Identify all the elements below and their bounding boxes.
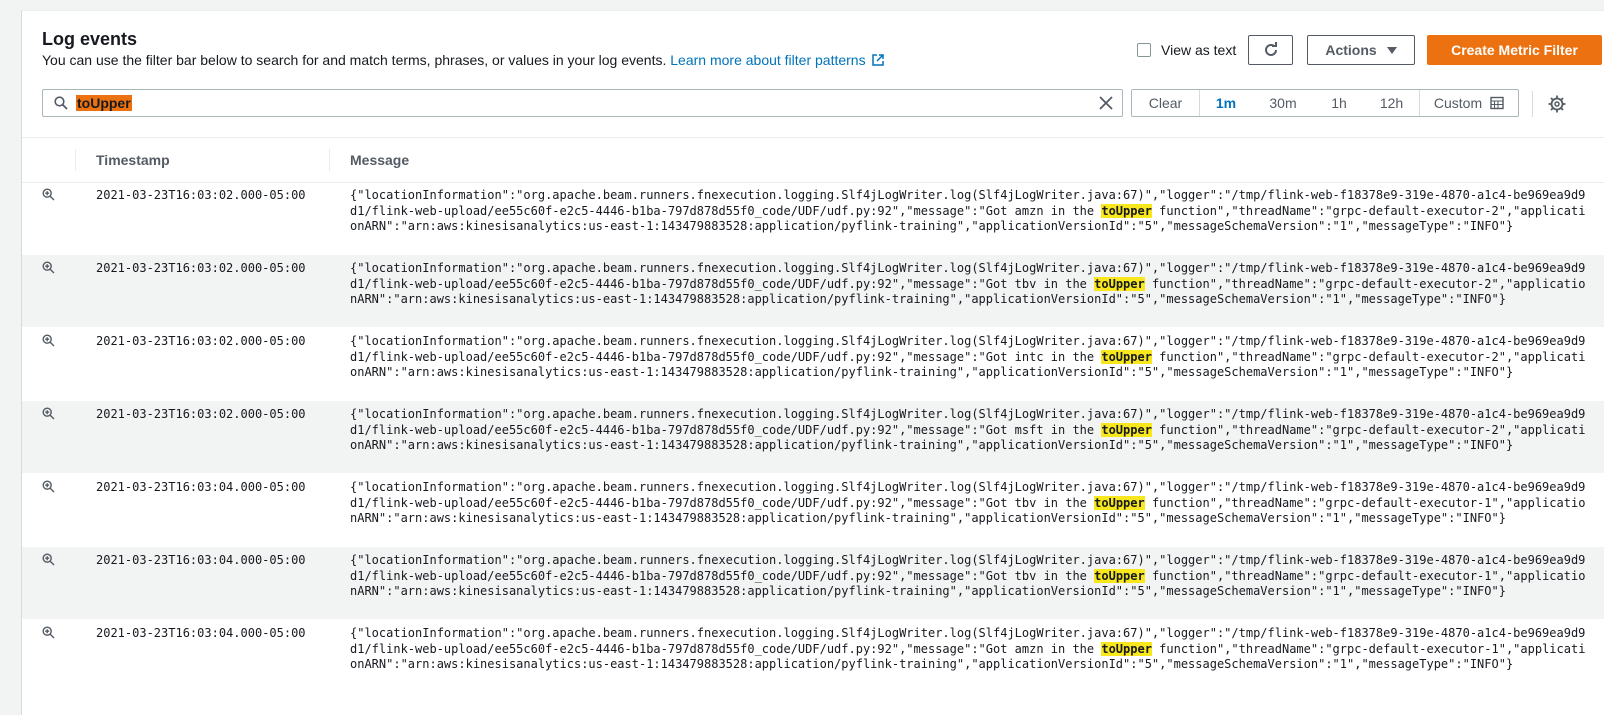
log-timestamp: 2021-03-23T16:03:02.000-05:00 <box>96 188 306 202</box>
caret-down-icon <box>1386 46 1397 54</box>
highlighted-term: toUpper <box>1094 495 1145 510</box>
gear-icon[interactable] <box>1548 95 1566 113</box>
table-header: Timestamp Message <box>22 137 1604 183</box>
filter-search-field[interactable]: toUpper <box>42 89 1123 117</box>
highlighted-term: toUpper <box>1101 641 1152 656</box>
actions-button[interactable]: Actions <box>1307 35 1415 65</box>
time-range-custom[interactable]: Custom <box>1420 90 1518 116</box>
log-timestamp: 2021-03-23T16:03:04.000-05:00 <box>96 626 306 640</box>
time-range-custom-label: Custom <box>1433 95 1483 111</box>
page-title: Log events <box>42 29 138 49</box>
log-timestamp: 2021-03-23T16:03:04.000-05:00 <box>96 480 306 494</box>
highlighted-term: toUpper <box>1101 422 1152 437</box>
column-header-message[interactable]: Message <box>350 152 409 168</box>
time-range-12h[interactable]: 12h <box>1364 90 1420 116</box>
table-row[interactable]: 2021-03-23T16:03:04.000-05:00 {"location… <box>22 474 1604 547</box>
column-divider <box>75 149 76 171</box>
zoom-in-icon[interactable] <box>42 188 55 201</box>
log-events-panel: Log events You can use the filter bar be… <box>21 10 1604 715</box>
search-input[interactable]: toUpper <box>76 95 132 111</box>
learn-more-link-label: Learn more about filter patterns <box>670 52 866 68</box>
page-description: You can use the filter bar below to sear… <box>42 52 884 68</box>
highlighted-term: toUpper <box>1094 276 1145 291</box>
zoom-in-icon[interactable] <box>42 553 55 566</box>
calendar-icon <box>1490 96 1504 110</box>
log-message: {"locationInformation":"org.apache.beam.… <box>350 261 1590 308</box>
refresh-button[interactable] <box>1248 35 1293 65</box>
table-row[interactable]: 2021-03-23T16:03:04.000-05:00 {"location… <box>22 547 1604 620</box>
zoom-in-icon[interactable] <box>42 407 55 420</box>
view-as-text-toggle[interactable]: View as text <box>1137 42 1236 58</box>
log-message: {"locationInformation":"org.apache.beam.… <box>350 553 1590 600</box>
view-as-text-checkbox[interactable] <box>1137 43 1151 57</box>
log-event-rows: 2021-03-23T16:03:02.000-05:00 {"location… <box>22 182 1604 693</box>
log-message: {"locationInformation":"org.apache.beam.… <box>350 480 1590 527</box>
learn-more-link[interactable]: Learn more about filter patterns <box>670 52 884 68</box>
highlighted-term: toUpper <box>1101 349 1152 364</box>
view-as-text-label: View as text <box>1161 42 1237 58</box>
search-icon <box>54 96 68 110</box>
time-range-selector: Clear 1m 30m 1h 12h Custom <box>1131 89 1519 117</box>
log-message: {"locationInformation":"org.apache.beam.… <box>350 188 1590 235</box>
zoom-in-icon[interactable] <box>42 334 55 347</box>
highlighted-term: toUpper <box>1101 203 1152 218</box>
time-range-clear-button[interactable]: Clear <box>1132 90 1200 116</box>
column-header-timestamp[interactable]: Timestamp <box>96 152 170 168</box>
time-range-1h[interactable]: 1h <box>1314 90 1364 116</box>
create-metric-filter-button[interactable]: Create Metric Filter <box>1427 35 1602 65</box>
description-text: You can use the filter bar below to sear… <box>42 52 667 68</box>
highlighted-term: toUpper <box>1094 568 1145 583</box>
refresh-icon <box>1264 42 1277 56</box>
toolbar-divider <box>1532 91 1533 117</box>
table-row[interactable]: 2021-03-23T16:03:02.000-05:00 {"location… <box>22 328 1604 401</box>
table-row[interactable]: 2021-03-23T16:03:02.000-05:00 {"location… <box>22 401 1604 474</box>
log-timestamp: 2021-03-23T16:03:02.000-05:00 <box>96 261 306 275</box>
zoom-in-icon[interactable] <box>42 261 55 274</box>
zoom-in-icon[interactable] <box>42 480 55 493</box>
log-message: {"locationInformation":"org.apache.beam.… <box>350 626 1590 673</box>
log-timestamp: 2021-03-23T16:03:02.000-05:00 <box>96 334 306 348</box>
log-timestamp: 2021-03-23T16:03:02.000-05:00 <box>96 407 306 421</box>
external-link-icon <box>871 54 884 66</box>
table-row[interactable]: 2021-03-23T16:03:04.000-05:00 {"location… <box>22 620 1604 693</box>
time-range-30m[interactable]: 30m <box>1252 90 1314 116</box>
actions-button-label: Actions <box>1325 42 1377 58</box>
log-timestamp: 2021-03-23T16:03:04.000-05:00 <box>96 553 306 567</box>
log-message: {"locationInformation":"org.apache.beam.… <box>350 407 1590 454</box>
zoom-in-icon[interactable] <box>42 626 55 639</box>
table-row[interactable]: 2021-03-23T16:03:02.000-05:00 {"location… <box>22 182 1604 255</box>
column-divider <box>329 149 330 171</box>
log-message: {"locationInformation":"org.apache.beam.… <box>350 334 1590 381</box>
close-icon[interactable] <box>1098 95 1114 111</box>
table-row[interactable]: 2021-03-23T16:03:02.000-05:00 {"location… <box>22 255 1604 328</box>
time-range-1m[interactable]: 1m <box>1200 90 1252 116</box>
